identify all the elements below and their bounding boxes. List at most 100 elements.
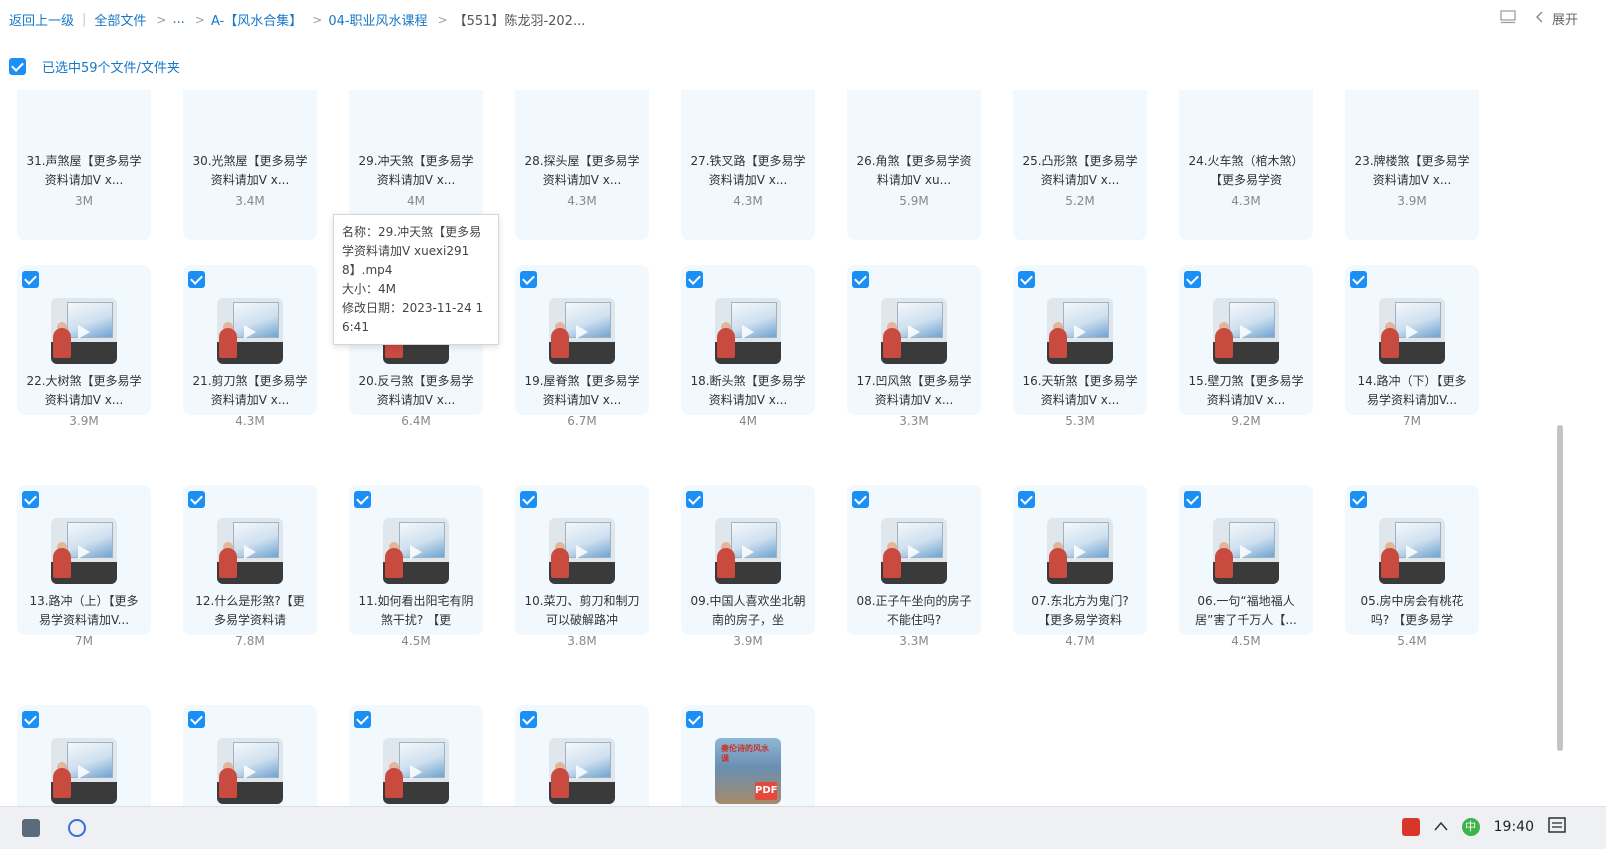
file-tile[interactable]: 14.路冲（下）【更多易学资料请加V... 7M xyxy=(1345,265,1479,428)
video-thumbnail xyxy=(1047,298,1113,364)
file-tile[interactable]: 24.火车煞（棺木煞）【更多易学资 4.3M xyxy=(1179,90,1313,240)
play-icon xyxy=(908,325,920,339)
file-size: 4M xyxy=(407,194,425,208)
selection-bar: 已选中59个文件/文件夹 xyxy=(9,57,180,76)
file-checkbox[interactable] xyxy=(686,491,703,508)
file-checkbox[interactable] xyxy=(188,491,205,508)
file-checkbox[interactable] xyxy=(852,491,869,508)
file-size: 5.2M xyxy=(1065,194,1095,208)
breadcrumb-folder-1[interactable]: A-【风水合集】 xyxy=(211,10,302,29)
breadcrumb-ellipsis[interactable]: ... xyxy=(172,12,184,27)
file-tile[interactable]: 15.壁刀煞【更多易学资料请加V x... 9.2M xyxy=(1179,265,1313,428)
tooltip-size: 大小：4M xyxy=(342,282,396,296)
file-tile[interactable]: 13.路冲（上）【更多易学资料请加V... 7M xyxy=(17,485,151,648)
breadcrumb-folder-2[interactable]: 04-职业风水课程 xyxy=(328,10,427,29)
file-checkbox[interactable] xyxy=(852,271,869,288)
file-checkbox[interactable] xyxy=(1184,271,1201,288)
video-thumbnail xyxy=(217,298,283,364)
file-tile[interactable]: 19.屋脊煞【更多易学资料请加V x... 6.7M xyxy=(515,265,649,428)
file-name: 08.正子午坐向的房子不能住吗? xyxy=(856,594,972,627)
taskbar: 中 19:40 xyxy=(0,806,1606,849)
file-tile[interactable] xyxy=(515,705,649,806)
file-checkbox[interactable] xyxy=(1018,271,1035,288)
back-link[interactable]: 返回上一级 xyxy=(9,10,74,29)
file-tile[interactable]: 16.天斩煞【更多易学资料请加V x... 5.3M xyxy=(1013,265,1147,428)
chevron-right-icon: > xyxy=(437,12,448,27)
play-icon xyxy=(244,325,256,339)
system-tray: 中 19:40 xyxy=(1401,817,1566,837)
video-thumbnail xyxy=(715,298,781,364)
file-tile[interactable]: 17.凹风煞【更多易学资料请加V x... 3.3M xyxy=(847,265,981,428)
play-icon xyxy=(742,325,754,339)
file-size: 6.7M xyxy=(567,414,597,428)
file-name: 18.断头煞【更多易学资料请加V x... xyxy=(690,374,806,407)
file-checkbox[interactable] xyxy=(188,711,205,728)
file-checkbox[interactable] xyxy=(22,711,39,728)
file-tile[interactable]: 28.探头屋【更多易学资料请加V x... 4.3M xyxy=(515,90,649,240)
video-thumbnail xyxy=(881,298,947,364)
file-tile[interactable]: 09.中国人喜欢坐北朝南的房子，坐 3.9M xyxy=(681,485,815,648)
file-checkbox[interactable] xyxy=(1018,491,1035,508)
expand-button[interactable]: 展开 xyxy=(1535,9,1578,28)
file-tile[interactable]: 秦伦诗的风水课 PDF xyxy=(681,705,815,806)
file-tile[interactable]: 06.一句“福地福人居”害了千万人【... 4.5M xyxy=(1179,485,1313,648)
file-tile[interactable] xyxy=(17,705,151,806)
file-checkbox[interactable] xyxy=(520,491,537,508)
network-icon[interactable] xyxy=(68,819,86,837)
file-checkbox[interactable] xyxy=(354,711,371,728)
file-tile[interactable]: 25.凸形煞【更多易学资料请加V x... 5.2M xyxy=(1013,90,1147,240)
file-checkbox[interactable] xyxy=(686,271,703,288)
file-name: 25.凸形煞【更多易学资料请加V x... xyxy=(1022,154,1138,187)
file-tile[interactable]: 12.什么是形煞?【更多易学资料请 7.8M xyxy=(183,485,317,648)
video-thumbnail xyxy=(51,298,117,364)
file-checkbox[interactable] xyxy=(686,711,703,728)
file-name: 20.反弓煞【更多易学资料请加V x... xyxy=(358,374,474,407)
file-checkbox[interactable] xyxy=(1184,491,1201,508)
select-all-checkbox[interactable] xyxy=(9,58,26,75)
breadcrumb-all-files[interactable]: 全部文件 xyxy=(94,10,146,29)
file-tile[interactable]: 31.声煞屋【更多易学资料请加V x... 3M xyxy=(17,90,151,240)
file-checkbox[interactable] xyxy=(520,711,537,728)
file-tile[interactable]: 10.菜刀、剪刀和制刀可以破解路冲 3.8M xyxy=(515,485,649,648)
file-tile[interactable]: 26.角煞【更多易学资料请加V xu... 5.9M xyxy=(847,90,981,240)
video-thumbnail xyxy=(549,518,615,584)
file-size: 4.5M xyxy=(1231,634,1261,648)
file-checkbox[interactable] xyxy=(1350,491,1367,508)
file-tile[interactable]: 08.正子午坐向的房子不能住吗? 3.3M xyxy=(847,485,981,648)
file-tile[interactable]: 05.房中房会有桃花吗? 【更多易学 5.4M xyxy=(1345,485,1479,648)
vertical-scrollbar-thumb[interactable] xyxy=(1557,425,1563,751)
file-checkbox[interactable] xyxy=(1350,271,1367,288)
file-tile[interactable] xyxy=(349,705,483,806)
file-tile[interactable]: 11.如何看出阳宅有阴煞干扰? 【更 4.5M xyxy=(349,485,483,648)
notification-icon[interactable] xyxy=(1548,817,1566,837)
security-icon[interactable] xyxy=(1401,818,1420,836)
ime-indicator[interactable]: 中 xyxy=(1461,818,1480,836)
file-checkbox[interactable] xyxy=(22,271,39,288)
file-name: 30.光煞屋【更多易学资料请加V x... xyxy=(192,154,308,187)
play-icon xyxy=(908,545,920,559)
pdf-thumbnail: 秦伦诗的风水课 PDF xyxy=(715,738,781,804)
clock[interactable]: 19:40 xyxy=(1494,819,1534,835)
file-tile[interactable]: 27.铁叉路【更多易学资料请加V x... 4.3M xyxy=(681,90,815,240)
app-icon[interactable] xyxy=(22,819,40,837)
file-checkbox[interactable] xyxy=(520,271,537,288)
video-thumbnail xyxy=(51,738,117,804)
file-tile[interactable]: 21.剪刀煞【更多易学资料请加V x... 4.3M xyxy=(183,265,317,428)
video-thumbnail xyxy=(1213,518,1279,584)
expand-label: 展开 xyxy=(1551,13,1578,28)
file-tile[interactable] xyxy=(183,705,317,806)
file-tile[interactable]: 22.大树煞【更多易学资料请加V x... 3.9M xyxy=(17,265,151,428)
file-tile[interactable]: 18.断头煞【更多易学资料请加V x... 4M xyxy=(681,265,815,428)
file-checkbox[interactable] xyxy=(188,271,205,288)
file-name: 19.屋脊煞【更多易学资料请加V x... xyxy=(524,374,640,407)
file-tile[interactable]: 23.牌楼煞【更多易学资料请加V x... 3.9M xyxy=(1345,90,1479,240)
chevron-up-icon[interactable] xyxy=(1434,819,1448,835)
file-tile[interactable]: 30.光煞屋【更多易学资料请加V x... 3.4M xyxy=(183,90,317,240)
view-toggle-icon[interactable] xyxy=(1500,9,1516,28)
file-checkbox[interactable] xyxy=(354,491,371,508)
pdf-thumb-text: 秦伦诗的风水课 xyxy=(721,744,769,763)
file-checkbox[interactable] xyxy=(22,491,39,508)
top-right-controls: 展开 xyxy=(1500,9,1578,28)
file-tile[interactable]: 07.东北方为鬼门?【更多易学资料 4.7M xyxy=(1013,485,1147,648)
video-thumbnail xyxy=(1379,298,1445,364)
